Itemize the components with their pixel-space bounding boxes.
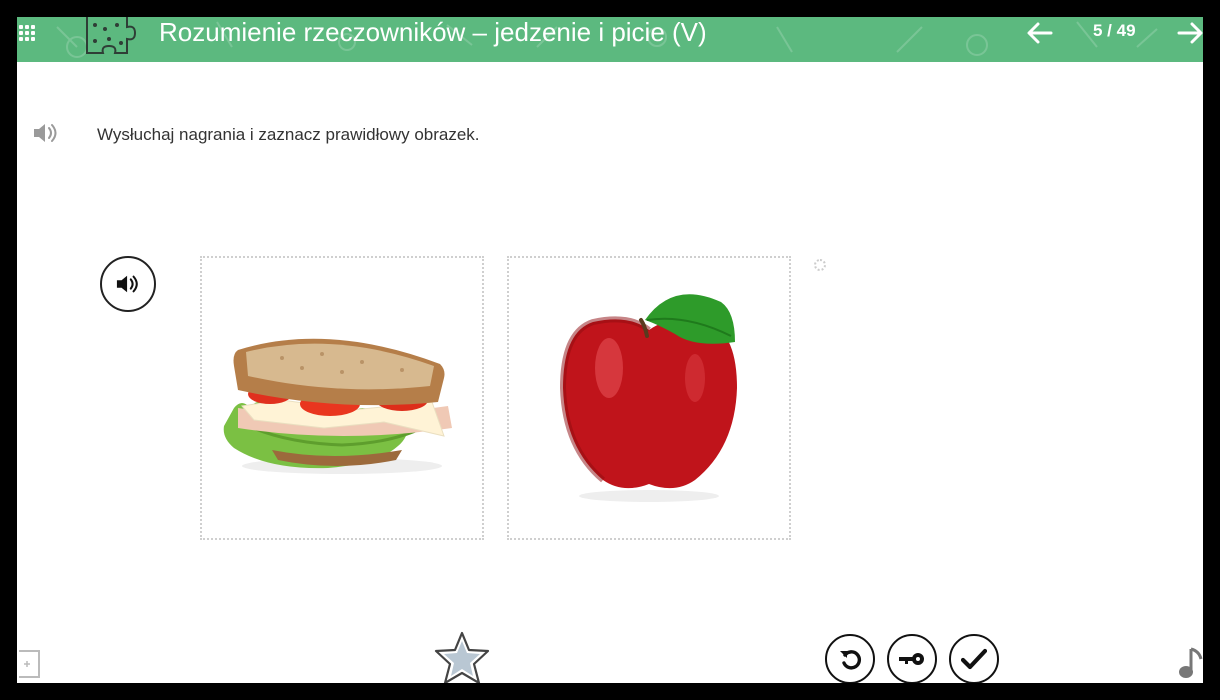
page-counter: 5 / 49 (1093, 21, 1136, 40)
star-icon[interactable] (433, 631, 491, 683)
app-screen: Rozumienie rzeczowników – jedzenie i pic… (17, 17, 1203, 683)
reset-icon (840, 650, 861, 670)
puzzle-icon (86, 17, 137, 54)
header-bar: Rozumienie rzeczowników – jedzenie i pic… (17, 17, 1203, 62)
key-icon (899, 653, 924, 665)
speaker-icon (116, 275, 138, 293)
play-audio-button[interactable] (100, 256, 156, 312)
apple-image (559, 294, 737, 502)
check-icon (961, 648, 987, 670)
answer-option-sandwich[interactable] (200, 256, 484, 540)
speaker-icon[interactable] (31, 120, 61, 146)
arrow-left-icon[interactable] (1025, 20, 1055, 46)
reset-button[interactable] (825, 634, 875, 683)
arrow-right-icon[interactable] (1175, 20, 1203, 46)
music-icon[interactable] (1177, 647, 1203, 681)
show-answer-button[interactable] (887, 634, 937, 683)
answer-option-apple[interactable] (507, 256, 791, 540)
check-button[interactable] (949, 634, 999, 683)
sandwich-image (223, 338, 452, 474)
drag-placeholder (814, 259, 826, 271)
menu-icon[interactable] (19, 25, 35, 41)
page-title: Rozumienie rzeczowników – jedzenie i pic… (159, 17, 707, 47)
expand-icon[interactable] (17, 649, 41, 679)
instruction-text: Wysłuchaj nagrania i zaznacz prawidłowy … (97, 125, 480, 144)
